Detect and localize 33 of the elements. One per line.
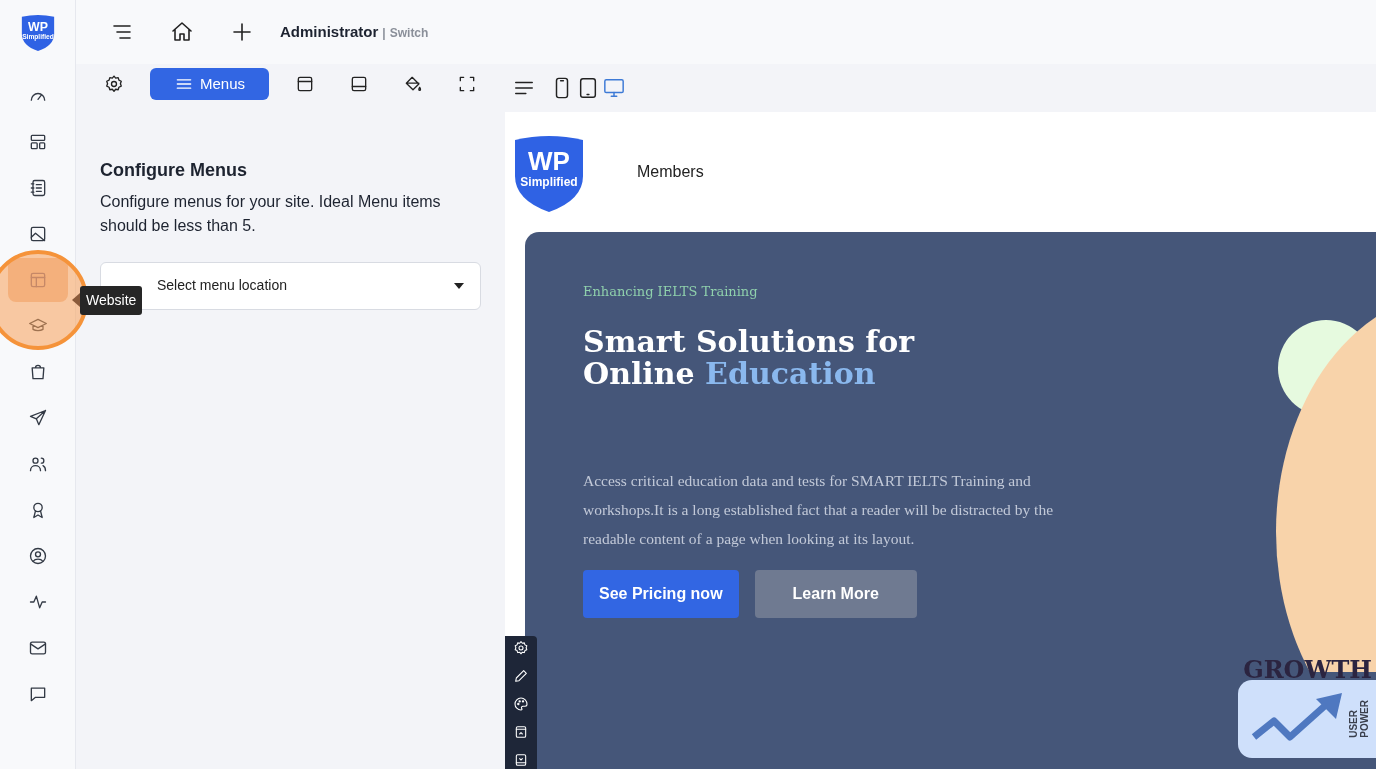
- layout-icon: [349, 74, 369, 94]
- palette-icon: [513, 696, 529, 712]
- section-button[interactable]: [513, 724, 529, 740]
- section-icon: [513, 752, 529, 768]
- settings-icon: [104, 74, 124, 94]
- panel-description: Configure menus for your site. Ideal Menu items should be less than 5.: [100, 191, 442, 236]
- nav-link[interactable]: Members: [637, 160, 704, 184]
- user-name: Administrator: [280, 21, 379, 42]
- hero-paragraph: Access critical education data and tests for SMART IELTS Training and workshops.It is a long established fact that a reader will be distracted by the readable content of a page when looking at its layout.: [583, 470, 1055, 549]
- learn-more-button[interactable]: Learn More: [754, 569, 917, 618]
- device-button[interactable]: [577, 75, 599, 101]
- pencil-icon: [513, 668, 529, 684]
- eyebrow-text: Enhancing IELTS Training: [583, 283, 759, 301]
- section-icon: [513, 724, 529, 740]
- palette-button[interactable]: [513, 696, 529, 712]
- panel-title: Configure Menus: [100, 160, 248, 182]
- settings-button[interactable]: [513, 640, 529, 656]
- growth-title: GROWTH: [1243, 654, 1372, 686]
- send-icon: [27, 408, 48, 428]
- hero-heading: Smart Solutions for Online Education: [583, 325, 916, 390]
- settings-icon: [513, 640, 529, 656]
- separator: |: [382, 24, 386, 42]
- switch-link[interactable]: Switch: [389, 23, 429, 42]
- tab[interactable]: Menus: [150, 68, 269, 100]
- layout-icon: [295, 74, 315, 94]
- section-button[interactable]: [513, 752, 529, 768]
- user-icon: [27, 546, 48, 566]
- caret-icon: [454, 282, 464, 289]
- tablet-icon: [577, 75, 599, 101]
- pencil-button[interactable]: [513, 668, 529, 684]
- tooltip: Website: [80, 286, 143, 315]
- pricing-button[interactable]: See Pricing now: [583, 569, 739, 618]
- card-label: USER POWER: [1348, 700, 1370, 738]
